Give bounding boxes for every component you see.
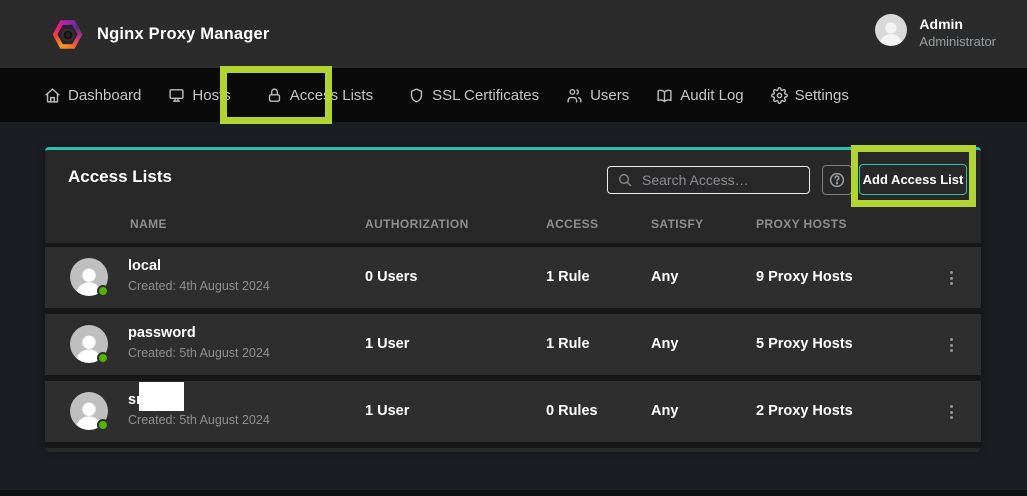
user-menu[interactable]: Admin Administrator <box>875 14 996 50</box>
help-button[interactable] <box>822 165 852 195</box>
panel-header: Access Lists Add Access List <box>45 150 981 205</box>
authorization-value: 1 User <box>365 381 409 442</box>
created-date: Created: 5th August 2024 <box>128 413 270 427</box>
column-header-satisfy: SATISFY <box>651 217 704 231</box>
status-dot <box>97 352 109 364</box>
table-row: sn Created: 5th August 2024 1 User 0 Rul… <box>45 381 981 442</box>
avatar <box>70 325 108 363</box>
main-nav: Dashboard Hosts Access Lists SSL Certifi… <box>0 68 1027 122</box>
panel-footer <box>45 448 981 452</box>
proxy-hosts-value: 9 Proxy Hosts <box>756 247 853 308</box>
satisfy-value: Any <box>651 247 678 308</box>
nav-label: Audit Log <box>680 87 743 104</box>
nav-item-audit-log[interactable]: Audit Log <box>656 87 743 104</box>
access-list-name: local <box>128 258 270 275</box>
search-box <box>607 166 810 194</box>
column-header-authorization: AUTHORIZATION <box>365 217 469 231</box>
access-value: 1 Rule <box>546 247 590 308</box>
user-role: Administrator <box>919 34 996 50</box>
row-menu-button[interactable] <box>942 332 960 358</box>
nav-item-users[interactable]: Users <box>566 87 629 104</box>
access-value: 1 Rule <box>546 314 590 375</box>
lock-icon <box>266 87 283 104</box>
table-row: local Created: 4th August 2024 0 Users 1… <box>45 247 981 308</box>
nav-label: Users <box>590 87 629 104</box>
authorization-value: 1 User <box>365 314 409 375</box>
avatar <box>70 258 108 296</box>
home-icon <box>44 87 61 104</box>
access-lists-panel: Access Lists Add Access List NAME AUTHOR… <box>45 147 981 447</box>
proxy-hosts-value: 5 Proxy Hosts <box>756 314 853 375</box>
row-menu-button[interactable] <box>942 399 960 425</box>
nav-item-dashboard[interactable]: Dashboard <box>44 87 141 104</box>
column-header-access: ACCESS <box>546 217 598 231</box>
nav-label: Settings <box>795 87 849 104</box>
nav-item-settings[interactable]: Settings <box>771 87 849 104</box>
user-name: Admin <box>919 16 996 34</box>
table-body: local Created: 4th August 2024 0 Users 1… <box>45 243 981 452</box>
status-dot <box>97 419 109 431</box>
nav-item-ssl-certificates[interactable]: SSL Certificates <box>408 87 539 104</box>
access-list-name: password <box>128 325 270 342</box>
shield-icon <box>408 87 425 104</box>
nav-item-hosts[interactable]: Hosts <box>168 87 230 104</box>
user-avatar <box>875 14 907 46</box>
satisfy-value: Any <box>651 381 678 442</box>
redaction-box <box>139 382 184 411</box>
row-menu-button[interactable] <box>942 265 960 291</box>
satisfy-value: Any <box>651 314 678 375</box>
help-icon <box>828 171 846 189</box>
created-date: Created: 5th August 2024 <box>128 346 270 360</box>
gear-icon <box>771 87 788 104</box>
brand[interactable]: Nginx Proxy Manager <box>52 19 270 50</box>
monitor-icon <box>168 87 185 104</box>
column-header-proxy-hosts: PROXY HOSTS <box>756 217 847 231</box>
nav-label: SSL Certificates <box>432 87 539 104</box>
avatar <box>70 392 108 430</box>
page-title: Access Lists <box>68 167 172 187</box>
table-header: NAME AUTHORIZATION ACCESS SATISFY PROXY … <box>45 205 981 243</box>
proxy-hosts-value: 2 Proxy Hosts <box>756 381 853 442</box>
nav-label: Hosts <box>192 87 230 104</box>
authorization-value: 0 Users <box>365 247 417 308</box>
status-dot <box>97 285 109 297</box>
nav-label: Access Lists <box>290 87 373 104</box>
nav-label: Dashboard <box>68 87 141 104</box>
column-header-name: NAME <box>130 217 167 231</box>
bottom-edge <box>0 490 1027 496</box>
book-icon <box>656 87 673 104</box>
users-icon <box>566 87 583 104</box>
search-input[interactable] <box>607 166 810 194</box>
app-title: Nginx Proxy Manager <box>97 25 270 44</box>
nav-item-access-lists[interactable]: Access Lists <box>258 87 381 104</box>
access-value: 0 Rules <box>546 381 598 442</box>
add-access-list-button[interactable]: Add Access List <box>859 164 967 195</box>
app-header: Nginx Proxy Manager Admin Administrator <box>0 0 1027 68</box>
table-row: password Created: 5th August 2024 1 User… <box>45 314 981 375</box>
app-logo-icon <box>52 19 83 50</box>
created-date: Created: 4th August 2024 <box>128 279 270 293</box>
